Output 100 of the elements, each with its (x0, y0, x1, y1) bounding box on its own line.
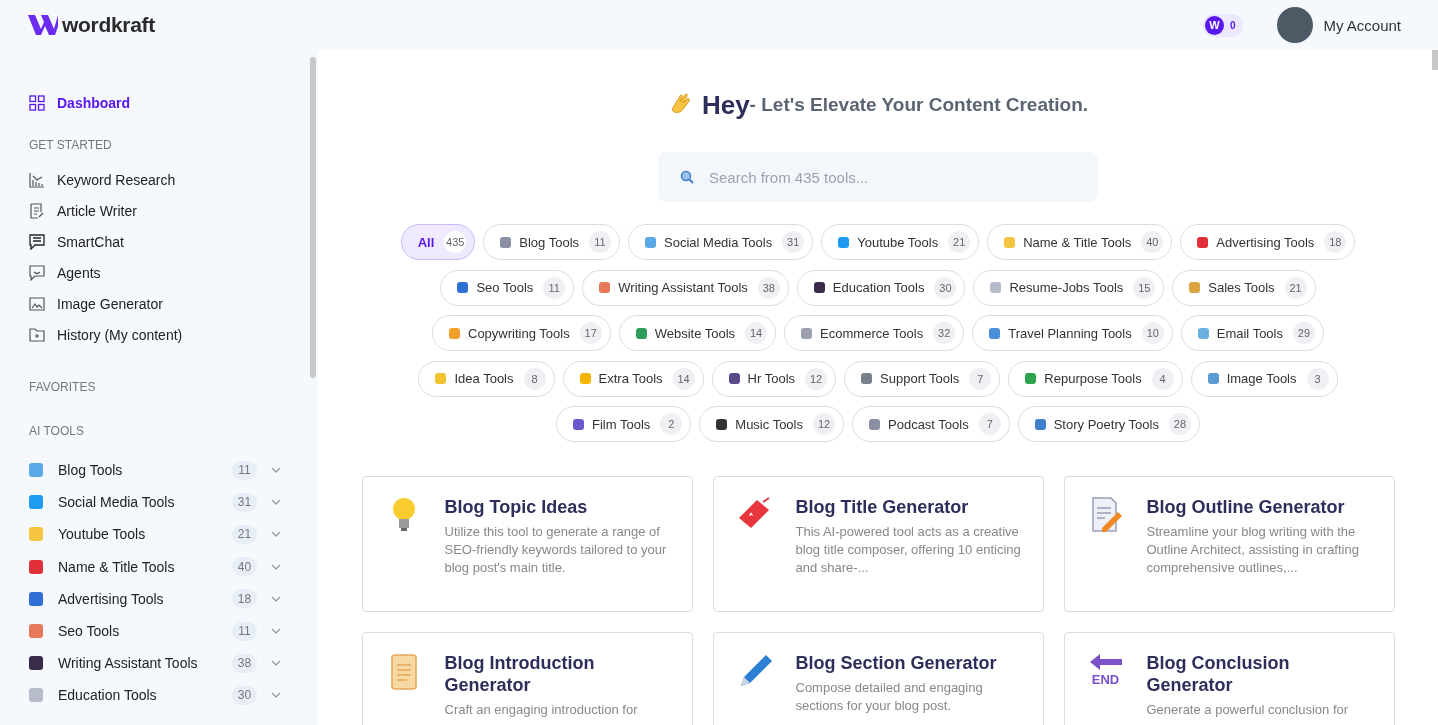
tool-category-item[interactable]: Social Media Tools 31 (29, 486, 318, 519)
account-link[interactable]: My Account (1323, 16, 1401, 34)
category-icon (869, 418, 880, 430)
category-chip[interactable]: Youtube Tools 21 (821, 224, 980, 260)
count-badge: 15 (1133, 276, 1156, 299)
category-chip[interactable]: Travel Planning Tools 10 (972, 315, 1173, 351)
chip-label: Hr Tools (747, 371, 796, 386)
card-title: Blog Outline Generator (1146, 496, 1346, 518)
tool-category-item[interactable]: Seo Tools 11 (29, 614, 318, 648)
tool-category-item[interactable]: Writing Assistant Tools 38 (29, 647, 318, 680)
count-badge: 435 (444, 231, 467, 253)
avatar[interactable] (1277, 7, 1314, 43)
category-chip[interactable]: Website Tools 14 (618, 315, 777, 351)
category-icon (1025, 373, 1037, 384)
category-chip[interactable]: Advertising Tools 18 (1180, 224, 1356, 260)
credits-badge[interactable]: W 0 (1202, 13, 1244, 37)
category-chip[interactable]: Writing Assistant Tools 38 (582, 269, 789, 306)
card-description: Streamline your blog writing with the Outline Architect, assisting in crafting comprehensive outlines,... (1146, 523, 1360, 577)
sidebar-item[interactable]: History (My content) (29, 319, 318, 350)
category-label: Advertising Tools (58, 590, 165, 607)
logo-text[interactable]: wordkraft (62, 13, 155, 37)
chip-label: Podcast Tools (888, 416, 969, 432)
chevron-down-icon[interactable] (271, 531, 281, 538)
grid-icon (29, 95, 45, 111)
tool-category-item[interactable]: Education Tools 30 (29, 679, 318, 712)
chevron-down-icon[interactable] (271, 692, 281, 699)
chevron-down-icon[interactable] (271, 595, 281, 602)
sidebar-item[interactable]: Agents (29, 257, 318, 288)
headline: - Let's Elevate Your Content Creation. (749, 94, 1089, 115)
category-icon (645, 236, 657, 248)
category-icon (1197, 236, 1209, 248)
category-icon (861, 373, 873, 384)
tool-card[interactable]: Blog Title Generator This AI-powered tool acts as a creative blog title composer, offering 10 enticing and share-... (712, 476, 1044, 612)
tool-card[interactable]: END Blog Conclusion Generator Generate a powerful conclusion for (1063, 632, 1395, 725)
tool-category-item[interactable]: Advertising Tools 18 (29, 582, 318, 615)
tool-card[interactable]: Blog Introduction Generator Craft an engaging introduction for (361, 632, 693, 725)
sidebar-item[interactable]: Keyword Research (29, 164, 318, 195)
tool-card[interactable]: Blog Topic Ideas Utilize this tool to generate a range of SEO-friendly keywords tailored to your blog post's main title. (361, 476, 693, 612)
chevron-down-icon[interactable] (271, 660, 281, 667)
chevron-down-icon[interactable] (271, 628, 281, 635)
card-title: Blog Section Generator (795, 652, 998, 674)
count-badge: 17 (579, 322, 602, 344)
count-badge: 21 (1284, 276, 1307, 299)
sidebar-item[interactable]: Image Generator (29, 288, 318, 319)
category-icon (500, 236, 512, 248)
count-badge: 12 (805, 367, 828, 390)
category-chip[interactable]: Name & Title Tools 40 (987, 224, 1173, 260)
tool-category-item[interactable]: Blog Tools 11 (29, 454, 318, 487)
category-chip[interactable]: Education Tools 30 (796, 269, 966, 306)
chevron-down-icon[interactable] (271, 563, 281, 570)
category-chip[interactable]: Extra Tools 14 (562, 360, 704, 397)
category-chip[interactable]: Repurpose Tools 4 (1008, 360, 1183, 397)
category-chip[interactable]: Email Tools 29 (1180, 315, 1324, 351)
count-badge: 7 (969, 367, 992, 390)
greeting: Hey (701, 89, 750, 121)
category-chip[interactable]: Seo Tools 11 (440, 269, 575, 306)
category-chip[interactable]: Music Tools 12 (699, 406, 844, 442)
count-badge: 32 (933, 322, 956, 344)
category-chip[interactable]: Film Tools 2 (556, 406, 692, 442)
category-chip[interactable]: Resume-Jobs Tools 15 (973, 269, 1165, 306)
scrollbar-thumb[interactable] (1432, 50, 1438, 70)
dashboard-link[interactable]: Dashboard (29, 93, 318, 113)
search-field[interactable]: Search from 435 tools... (658, 152, 1098, 202)
count-badge: 8 (523, 367, 546, 390)
sidebar-item[interactable]: Article Writer (29, 195, 318, 226)
category-chip[interactable]: Copywriting Tools 17 (432, 315, 611, 351)
category-chip[interactable]: Story Poetry Tools 28 (1017, 406, 1200, 442)
chip-label: Repurpose Tools (1044, 371, 1142, 386)
category-chip[interactable]: All 435 (400, 224, 476, 260)
category-icon (813, 282, 825, 293)
sidebar-item-label: SmartChat (57, 233, 124, 250)
chip-label: Support Tools (880, 371, 960, 386)
category-chip[interactable]: Sales Tools 21 (1172, 269, 1316, 306)
count-badge: 11 (589, 231, 612, 253)
logo-icon (28, 15, 58, 35)
category-icon (29, 688, 43, 703)
tool-card[interactable]: Blog Section Generator Compose detailed and engaging sections for your blog post. (712, 632, 1044, 725)
chevron-down-icon[interactable] (271, 467, 281, 474)
sidebar-item-label: Article Writer (57, 202, 137, 219)
category-chip[interactable]: Social Media Tools 31 (628, 224, 814, 260)
tool-card[interactable]: Blog Outline Generator Streamline your blog writing with the Outline Architect, assisting in crafting comprehensive outlines,... (1063, 476, 1395, 612)
scrollbar-thumb[interactable] (310, 57, 316, 378)
category-icon (990, 282, 1002, 293)
count-badge: 21 (232, 524, 257, 544)
tool-category-item[interactable]: Name & Title Tools 40 (29, 550, 318, 583)
sidebar-item[interactable]: SmartChat (29, 226, 318, 257)
category-chip[interactable]: Hr Tools 12 (711, 360, 837, 397)
category-chip[interactable]: Podcast Tools 7 (852, 406, 1010, 442)
tool-category-item[interactable]: Youtube Tools 21 (29, 518, 318, 551)
category-label: Blog Tools (58, 462, 124, 479)
category-chip[interactable]: Idea Tools 8 (418, 360, 555, 397)
chevron-down-icon[interactable] (271, 499, 281, 506)
category-chip[interactable]: Ecommerce Tools 32 (784, 315, 965, 351)
category-chip[interactable]: Support Tools 7 (844, 360, 1001, 397)
chip-label: Website Tools (654, 325, 736, 341)
category-chip[interactable]: Blog Tools 11 (483, 224, 621, 260)
category-chip[interactable]: Image Tools 3 (1190, 360, 1338, 397)
chip-label: Story Poetry Tools (1053, 416, 1159, 432)
category-icon (728, 373, 740, 384)
section-label: GET STARTED (29, 138, 113, 152)
